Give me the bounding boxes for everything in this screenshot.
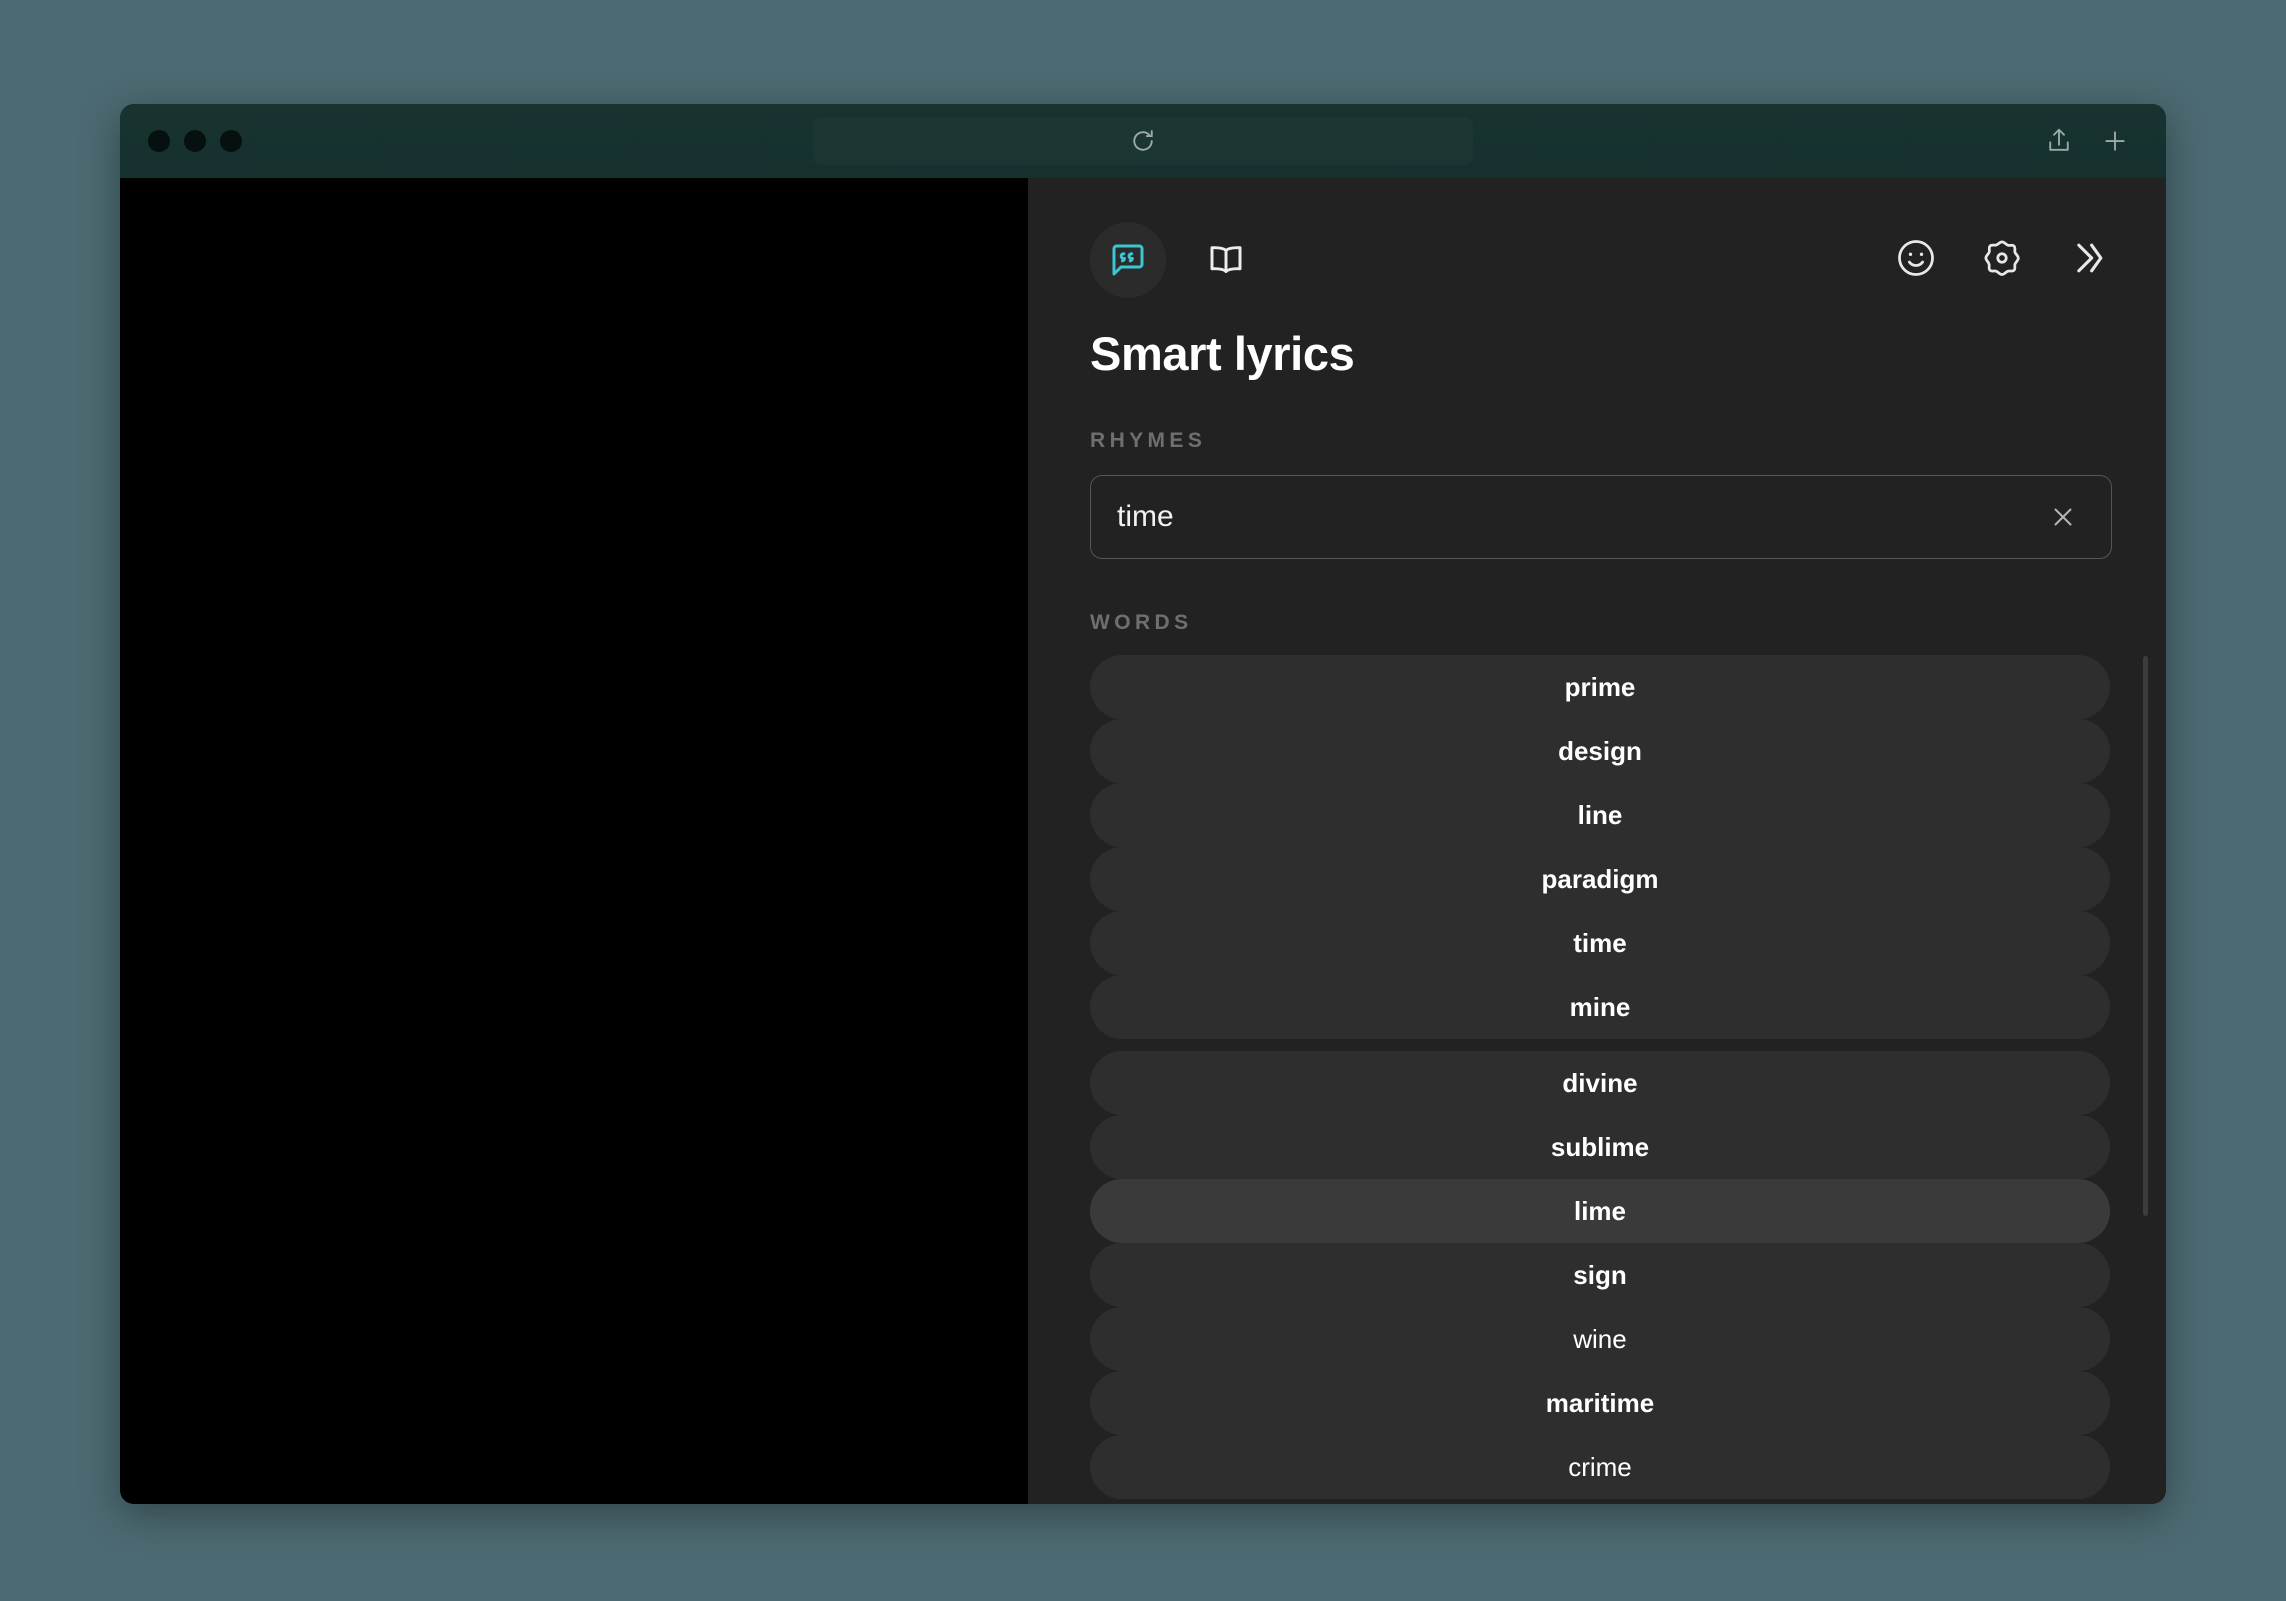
browser-window: Smart lyrics RHYMES time WORDS primedesi… (120, 104, 2166, 1504)
word-chip[interactable]: time (1090, 911, 2110, 975)
quote-bubble-icon (1107, 239, 1149, 281)
word-chip-row: primedesignlineparadigmtimemine (1090, 655, 2110, 1039)
word-chip[interactable]: crime (1090, 1435, 2110, 1499)
book-icon (1205, 239, 1247, 281)
word-chip-row: divinesublimelimesignwinemaritimecrime (1090, 1051, 2110, 1499)
word-chip[interactable]: line (1090, 783, 2110, 847)
rhymes-section-label: RHYMES (1090, 429, 2110, 453)
tab-smart-lyrics[interactable] (1090, 222, 1166, 298)
reload-icon[interactable] (1128, 126, 1158, 156)
share-icon[interactable] (2044, 126, 2074, 156)
word-chip-list: primedesignlineparadigmtimeminedivinesub… (1090, 655, 2110, 1504)
word-chip[interactable]: lime (1090, 1179, 2110, 1243)
word-chip[interactable]: paradigm (1090, 847, 2110, 911)
close-window-button[interactable] (148, 130, 170, 152)
panel-actions (1894, 236, 2110, 285)
word-chip[interactable]: design (1090, 719, 2110, 783)
double-chevron-right-icon[interactable] (2066, 236, 2110, 285)
panel-scrollbar[interactable] (2143, 656, 2148, 1216)
smart-lyrics-panel: Smart lyrics RHYMES time WORDS primedesi… (1028, 178, 2166, 1504)
tab-dictionary[interactable] (1188, 222, 1264, 298)
word-chip[interactable]: mine (1090, 975, 2110, 1039)
gear-icon[interactable] (1980, 236, 2024, 285)
window-controls (148, 130, 242, 152)
content-area (120, 178, 1028, 1504)
address-bar[interactable] (813, 117, 1473, 165)
panel-tabs (1090, 222, 1264, 298)
word-chip[interactable]: sublime (1090, 1115, 2110, 1179)
page-title: Smart lyrics (1090, 326, 2110, 381)
close-icon[interactable] (2043, 497, 2083, 537)
window-body: Smart lyrics RHYMES time WORDS primedesi… (120, 178, 2166, 1504)
word-chip[interactable]: sign (1090, 1243, 2110, 1307)
plus-icon[interactable] (2100, 126, 2130, 156)
minimize-window-button[interactable] (184, 130, 206, 152)
browser-titlebar (120, 104, 2166, 178)
smiley-icon[interactable] (1894, 236, 1938, 285)
rhyme-search-value: time (1117, 500, 2043, 534)
word-chip[interactable]: divine (1090, 1051, 2110, 1115)
titlebar-actions (2044, 126, 2130, 156)
words-section-label: WORDS (1090, 611, 2110, 635)
panel-header (1090, 222, 2110, 298)
rhyme-search-input[interactable]: time (1090, 475, 2112, 559)
word-chip[interactable]: prime (1090, 655, 2110, 719)
word-chip[interactable]: maritime (1090, 1371, 2110, 1435)
word-chip[interactable]: wine (1090, 1307, 2110, 1371)
maximize-window-button[interactable] (220, 130, 242, 152)
